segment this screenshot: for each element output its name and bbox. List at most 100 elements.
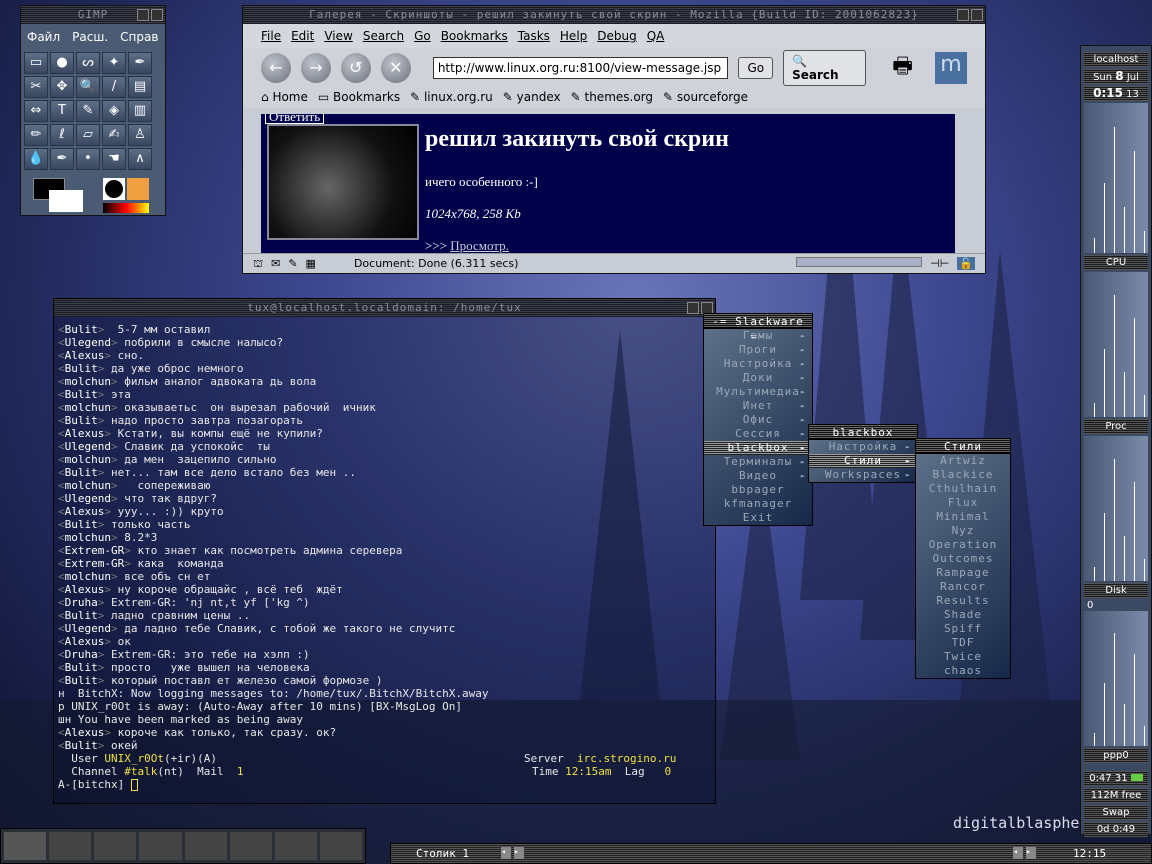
workspace-name[interactable]: Столик 1	[416, 847, 469, 860]
menu-item[interactable]: Настройка ►	[809, 440, 917, 454]
mozilla-titlebar[interactable]: Галерея - Скриншоты - решил закинуть сво…	[243, 6, 985, 24]
prompt-line[interactable]: A-[bitchx]	[58, 778, 711, 791]
bookmark-themes-org[interactable]: ✎ themes.org	[571, 90, 653, 106]
bookmark-bookmarks[interactable]: ▭ Bookmarks	[318, 90, 400, 106]
menu-debug[interactable]: Debug	[597, 29, 636, 43]
tool-button[interactable]: 🔍	[76, 76, 100, 98]
menu-item[interactable]: kfmanager	[704, 497, 812, 511]
view-link[interactable]: Просмотр.	[450, 238, 509, 253]
menu-item[interactable]: Nyz	[916, 524, 1010, 538]
menu-go[interactable]: Go	[414, 29, 431, 43]
tool-button[interactable]: ♙	[128, 124, 152, 146]
background-color[interactable]	[49, 190, 83, 212]
color-swatches[interactable]	[21, 176, 165, 226]
go-button[interactable]: Go	[738, 57, 774, 79]
prev-workspace-button[interactable]: ◂	[501, 847, 511, 859]
maximize-button[interactable]	[957, 9, 969, 21]
tool-button[interactable]: ⇔	[24, 100, 48, 122]
tool-button[interactable]: ᔕ	[76, 52, 100, 74]
tool-button[interactable]: ✒	[128, 52, 152, 74]
pager[interactable]	[0, 828, 366, 864]
menu-item[interactable]: Twice	[916, 650, 1010, 664]
mail-icon[interactable]: ✉	[271, 257, 280, 270]
menu-file[interactable]: File	[261, 29, 281, 43]
menu-item[interactable]: Rampage	[916, 566, 1010, 580]
tool-button[interactable]: ✥	[50, 76, 74, 98]
tool-button[interactable]: ▱	[76, 124, 100, 146]
pager-desktop[interactable]	[139, 832, 182, 860]
menu-item[interactable]: chaos	[916, 664, 1010, 678]
menu-item[interactable]: Проги ►	[704, 343, 812, 357]
tool-button[interactable]: ✏	[24, 124, 48, 146]
menu-item[interactable]: Терминалы ►	[704, 455, 812, 469]
menu-item[interactable]: Shade	[916, 608, 1010, 622]
reload-icon[interactable]: ↺	[340, 53, 371, 83]
bookmark-linux-org-ru[interactable]: ✎ linux.org.ru	[410, 90, 493, 106]
menu-item[interactable]: Workspaces ►	[809, 468, 917, 482]
pager-desktop[interactable]	[184, 832, 227, 860]
menu-item[interactable]: bbpager	[704, 483, 812, 497]
tool-button[interactable]: 💧	[24, 148, 48, 170]
menu-item[interactable]: Гамы ►	[704, 329, 812, 343]
menu-bookmarks[interactable]: Bookmarks	[441, 29, 508, 43]
menu-item[interactable]: Outcomes	[916, 552, 1010, 566]
menu-item[interactable]: Инет ►	[704, 399, 812, 413]
menu-item[interactable]: Офис ►	[704, 413, 812, 427]
menu-extensions[interactable]: Расш.	[72, 30, 108, 44]
menu-item[interactable]: Видео ►	[704, 469, 812, 483]
tool-button[interactable]: ▤	[128, 76, 152, 98]
menu-item[interactable]: Rancor	[916, 580, 1010, 594]
menu-item[interactable]: Flux	[916, 496, 1010, 510]
terminal-window[interactable]: tux@localhost.localdomain: /home/tux <Bu…	[53, 298, 716, 804]
pager-desktop[interactable]	[229, 832, 272, 860]
print-icon[interactable]: 🖶	[892, 49, 913, 87]
bookmark-sourceforge[interactable]: ✎ sourceforge	[663, 90, 748, 106]
menu-item[interactable]: blackbox ►	[704, 441, 812, 455]
menu-qa[interactable]: QA	[647, 29, 665, 43]
menu-item[interactable]: Exit	[704, 511, 812, 525]
tool-button[interactable]: ☚	[102, 148, 126, 170]
menu-item[interactable]: Сессия ►	[704, 427, 812, 441]
scrollbar[interactable]	[955, 114, 969, 253]
close-button[interactable]	[971, 9, 983, 21]
tool-button[interactable]: •	[76, 148, 100, 170]
gimp-titlebar[interactable]: GIMP	[21, 6, 165, 24]
menu-file[interactable]: Файл	[27, 30, 60, 44]
tool-button[interactable]: ●	[50, 52, 74, 74]
tool-button[interactable]: ℓ	[50, 124, 74, 146]
menu-item[interactable]: Настройка ►	[704, 357, 812, 371]
prev-window-button[interactable]: ◂	[1013, 847, 1023, 859]
pager-desktop[interactable]	[94, 832, 137, 860]
menu-item[interactable]: Artwiz	[916, 454, 1010, 468]
menu-item[interactable]: Spiff	[916, 622, 1010, 636]
online-icon[interactable]: ⊣⊢	[930, 257, 949, 270]
menu-tasks[interactable]: Tasks	[518, 29, 550, 43]
reply-link[interactable]: Ответить	[265, 114, 325, 124]
menu-item[interactable]: Cthulhain	[916, 482, 1010, 496]
maximize-button[interactable]	[137, 9, 149, 21]
menu-item[interactable]: Доки ►	[704, 371, 812, 385]
forward-icon[interactable]: →	[300, 53, 331, 83]
terminal-titlebar[interactable]: tux@localhost.localdomain: /home/tux	[54, 299, 715, 317]
menu-item[interactable]: Results	[916, 594, 1010, 608]
tool-button[interactable]: /	[102, 76, 126, 98]
menu-item[interactable]: Стили ►	[809, 454, 917, 468]
tool-button[interactable]: ✒	[50, 148, 74, 170]
stop-icon[interactable]: ✕	[380, 53, 411, 83]
maximize-button[interactable]	[687, 302, 699, 314]
search-button[interactable]: 🔍 Search	[783, 50, 867, 86]
pattern-preview[interactable]	[127, 178, 149, 200]
tool-button[interactable]: ✎	[76, 100, 100, 122]
menu-search[interactable]: Search	[363, 29, 404, 43]
pager-desktop[interactable]	[4, 832, 47, 860]
navigator-icon[interactable]: ⛫	[253, 257, 263, 270]
url-input[interactable]: http://www.linux.org.ru:8100/view-messag…	[432, 57, 729, 79]
menu-view[interactable]: View	[324, 29, 352, 43]
addressbook-icon[interactable]: ▦	[306, 257, 316, 270]
next-window-button[interactable]: ▸	[1026, 847, 1036, 859]
tool-button[interactable]: ▥	[128, 100, 152, 122]
tool-button[interactable]: ✂	[24, 76, 48, 98]
tool-button[interactable]: ∧	[128, 148, 152, 170]
menu-edit[interactable]: Edit	[291, 29, 314, 43]
menu-help[interactable]: Help	[560, 29, 587, 43]
